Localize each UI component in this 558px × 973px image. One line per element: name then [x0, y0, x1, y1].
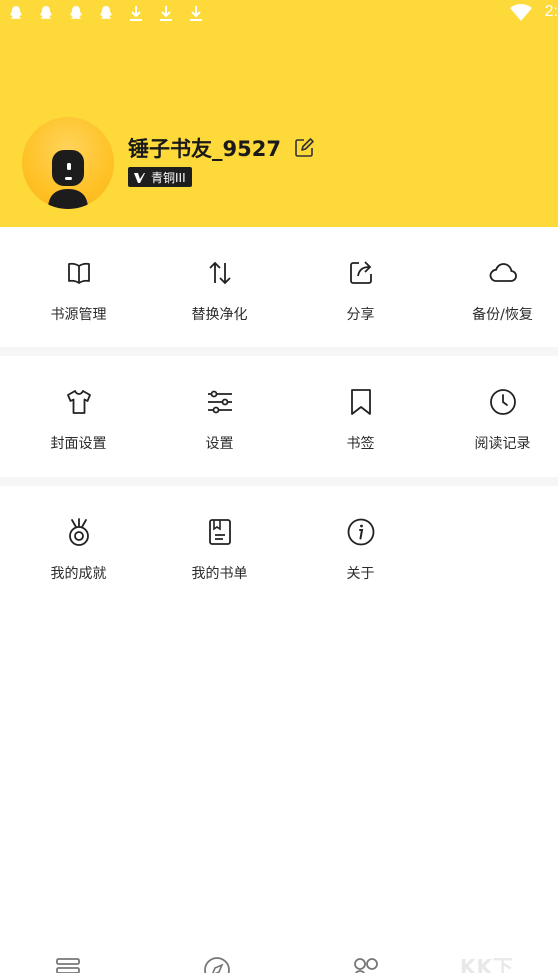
qq-icon: [40, 6, 52, 19]
menu-item-bookmarks[interactable]: 书签: [290, 356, 431, 476]
menu-item-label: 设置: [205, 436, 234, 452]
qq-icon: [100, 6, 112, 19]
menu-item-backup-restore[interactable]: 备份/恢复: [432, 227, 558, 347]
wifi-icon: [510, 4, 532, 21]
menu-item-label: 替换净化: [191, 307, 248, 323]
cloud-icon: [489, 263, 517, 282]
menu-item-reading-history[interactable]: 阅读记录: [432, 356, 558, 476]
share-icon: [349, 261, 372, 284]
username-row: 锤子书友_9527: [128, 131, 315, 165]
menu-section-3: 我的成就 我的书单 关于: [0, 486, 558, 606]
menu-item-about[interactable]: 关于: [290, 486, 431, 606]
edit-icon[interactable]: [293, 137, 315, 159]
booklist-icon: [208, 519, 231, 545]
download-icon: [160, 6, 172, 21]
status-bar: 2:: [0, 0, 558, 28]
watermark: KK下: [460, 955, 514, 973]
grid-icon[interactable]: [352, 956, 380, 973]
menu-section-1: 书源管理 替换净化 分享 备份/恢复: [0, 227, 558, 347]
menu-item-achievements[interactable]: 我的成就: [8, 486, 149, 606]
clock-icon: [489, 389, 516, 415]
check-badge-icon: [134, 172, 145, 183]
menu-item-label: 阅读记录: [474, 436, 531, 452]
qq-icon: [10, 6, 22, 19]
menu-item-label: 书签: [346, 436, 375, 452]
qq-icon: [70, 6, 82, 19]
menu-item-label: 分享: [346, 307, 375, 323]
menu-item-settings[interactable]: 设置: [149, 356, 290, 476]
robot-avatar-icon: [48, 150, 88, 209]
info-icon: [347, 518, 374, 546]
section-divider: [0, 477, 558, 486]
shirt-icon: [66, 390, 91, 414]
level-badge: 青铜III: [128, 167, 192, 187]
download-icon: [190, 6, 202, 21]
book-open-icon: [67, 262, 90, 284]
download-icon: [130, 6, 142, 21]
username: 锤子书友_9527: [128, 137, 281, 161]
menu-item-label: 我的书单: [191, 566, 248, 582]
menu-item-share[interactable]: 分享: [290, 227, 431, 347]
menu-item-label: 封面设置: [50, 436, 107, 452]
menu-item-label: 书源管理: [50, 307, 107, 323]
swap-arrows-icon: [208, 261, 231, 285]
menu-item-book-source[interactable]: 书源管理: [8, 227, 149, 347]
status-time: 2:: [544, 3, 558, 20]
avatar[interactable]: [22, 117, 114, 209]
menu-item-cover-settings[interactable]: 封面设置: [8, 356, 149, 476]
compass-icon[interactable]: [203, 956, 231, 973]
menu-item-label: 备份/恢复: [472, 307, 533, 323]
profile-header: 2: 锤子书友_9527 青铜III: [0, 0, 558, 227]
menu-item-label: 关于: [346, 566, 375, 582]
bookshelf-icon[interactable]: [54, 956, 82, 973]
menu-item-my-booklist[interactable]: 我的书单: [149, 486, 290, 606]
bookmark-icon: [350, 389, 371, 415]
menu-section-2: 封面设置 设置 书签 阅读记录: [0, 356, 558, 476]
sliders-icon: [207, 390, 232, 414]
level-label: 青铜III: [151, 170, 186, 185]
section-divider: [0, 347, 558, 356]
menu-item-label: 我的成就: [50, 566, 107, 582]
medal-icon: [68, 518, 89, 546]
menu-item-replace-purify[interactable]: 替换净化: [149, 227, 290, 347]
